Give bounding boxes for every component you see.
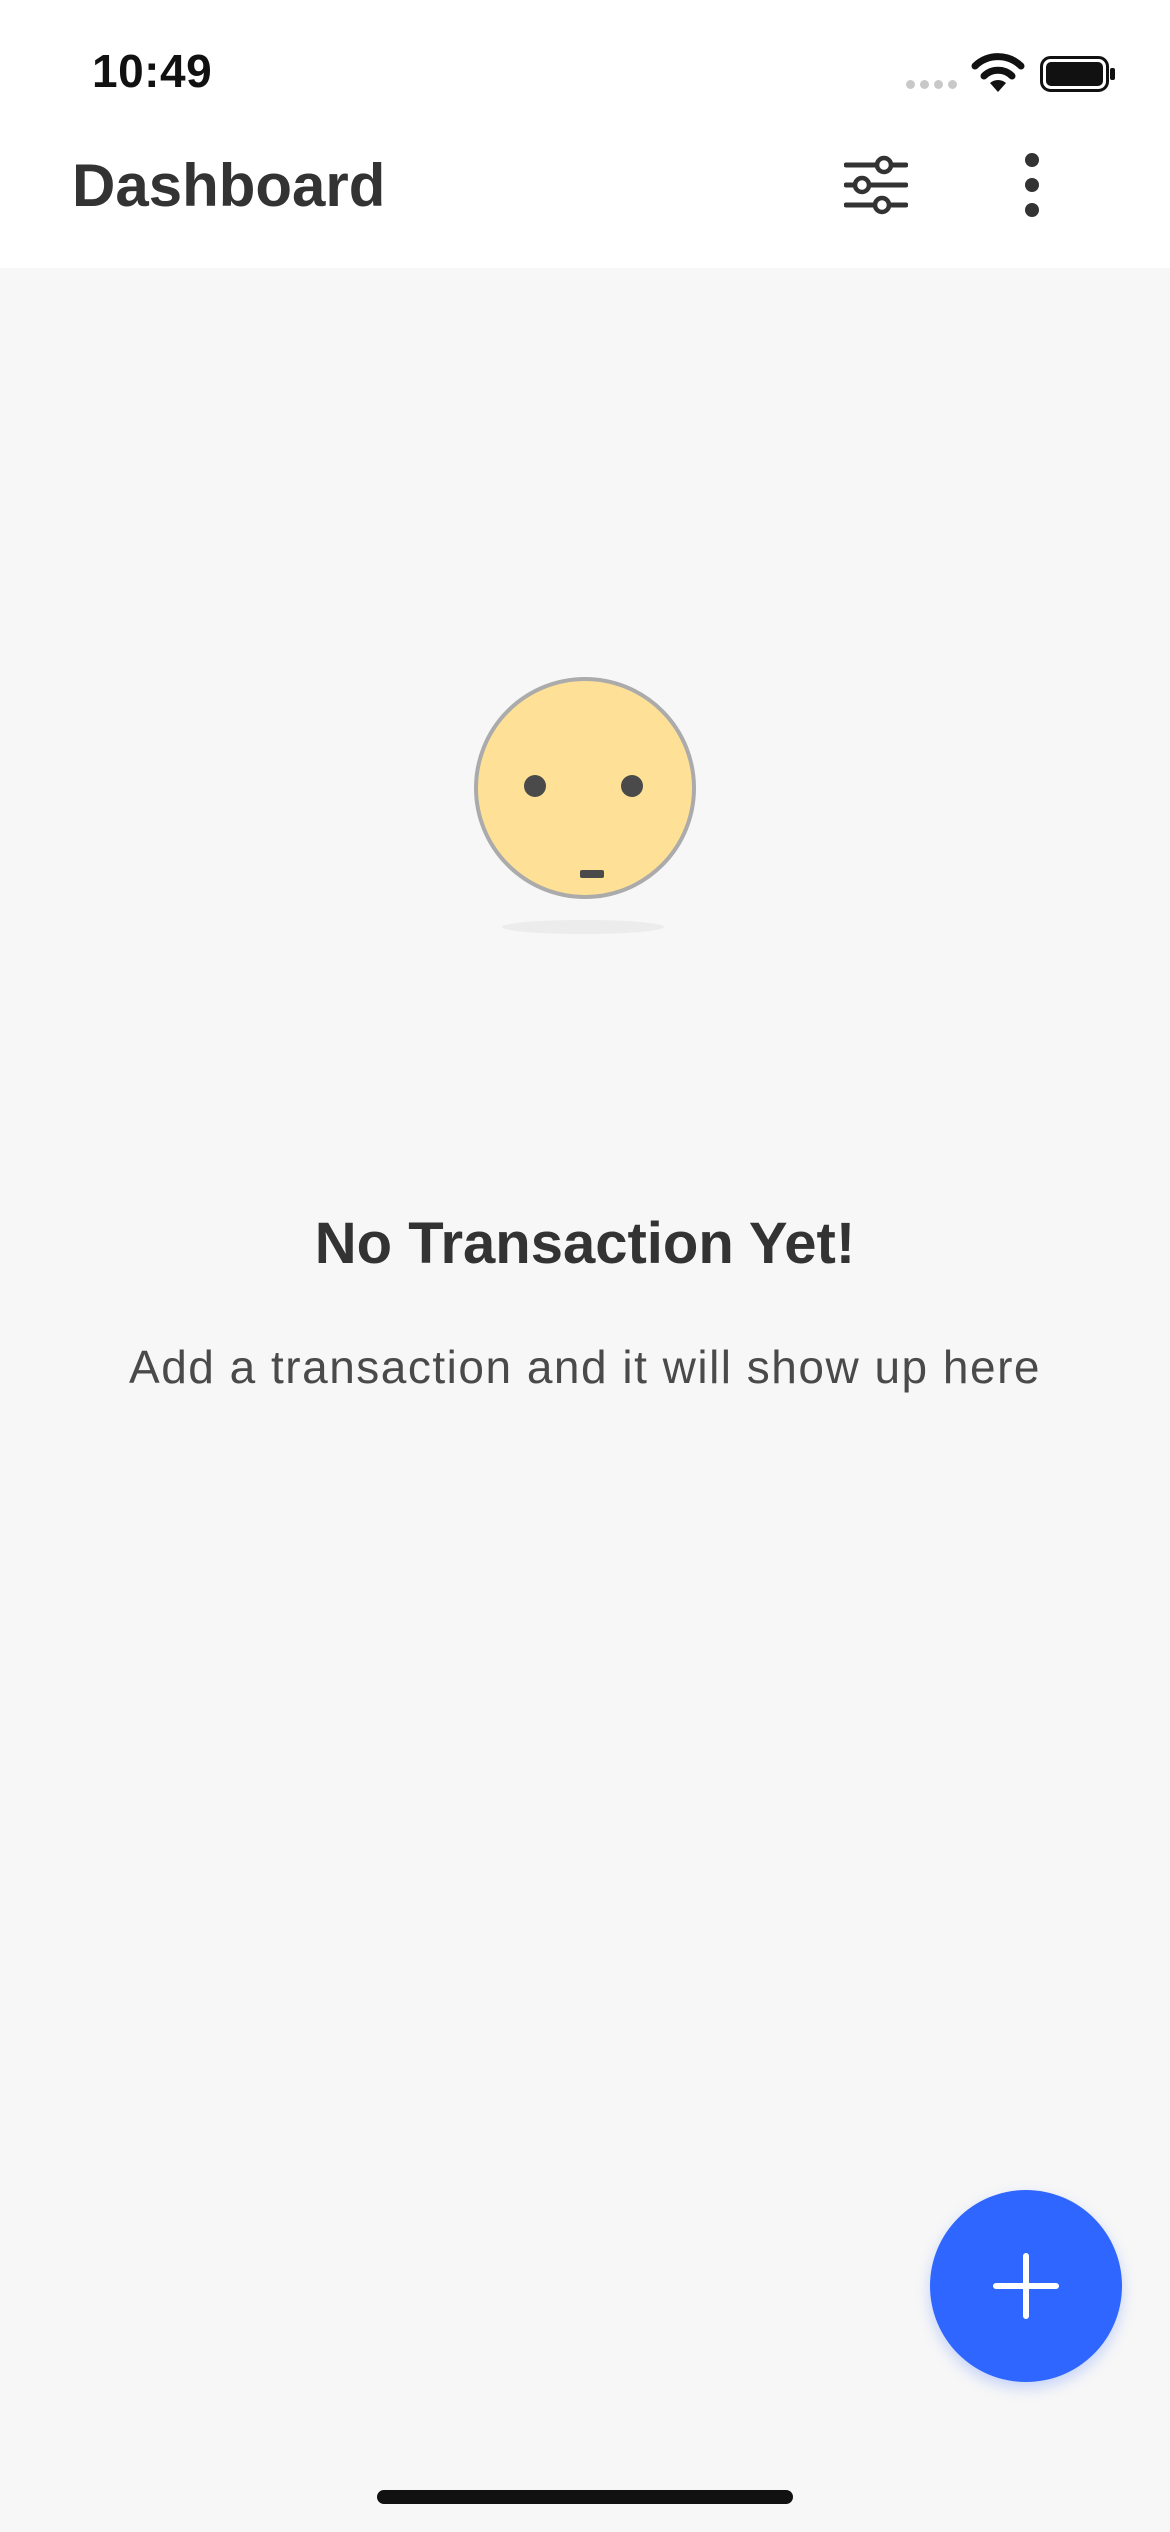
- app-bar: Dashboard: [0, 140, 1170, 268]
- more-options-button[interactable]: [987, 140, 1077, 230]
- battery-icon: [1040, 56, 1115, 92]
- empty-state-subtitle: Add a transaction and it will show up he…: [129, 1341, 1041, 1393]
- wifi-icon: [971, 53, 1025, 92]
- signal-icon: [906, 80, 957, 89]
- home-indicator[interactable]: [377, 2490, 793, 2504]
- page-title: Dashboard: [72, 152, 386, 219]
- neutral-face-icon: [474, 677, 696, 899]
- status-time: 10:49: [92, 45, 213, 97]
- status-bar: 10:49: [0, 0, 1170, 140]
- empty-state-title: No Transaction Yet!: [314, 1211, 856, 1276]
- illustration-shadow: [502, 920, 664, 934]
- neutral-face-icon: [470, 408, 700, 638]
- plus-icon: [993, 2253, 1059, 2319]
- filter-sliders-icon: [844, 155, 908, 215]
- more-vertical-icon: [1025, 153, 1039, 217]
- add-transaction-button[interactable]: [930, 2190, 1122, 2382]
- filter-button[interactable]: [831, 140, 921, 230]
